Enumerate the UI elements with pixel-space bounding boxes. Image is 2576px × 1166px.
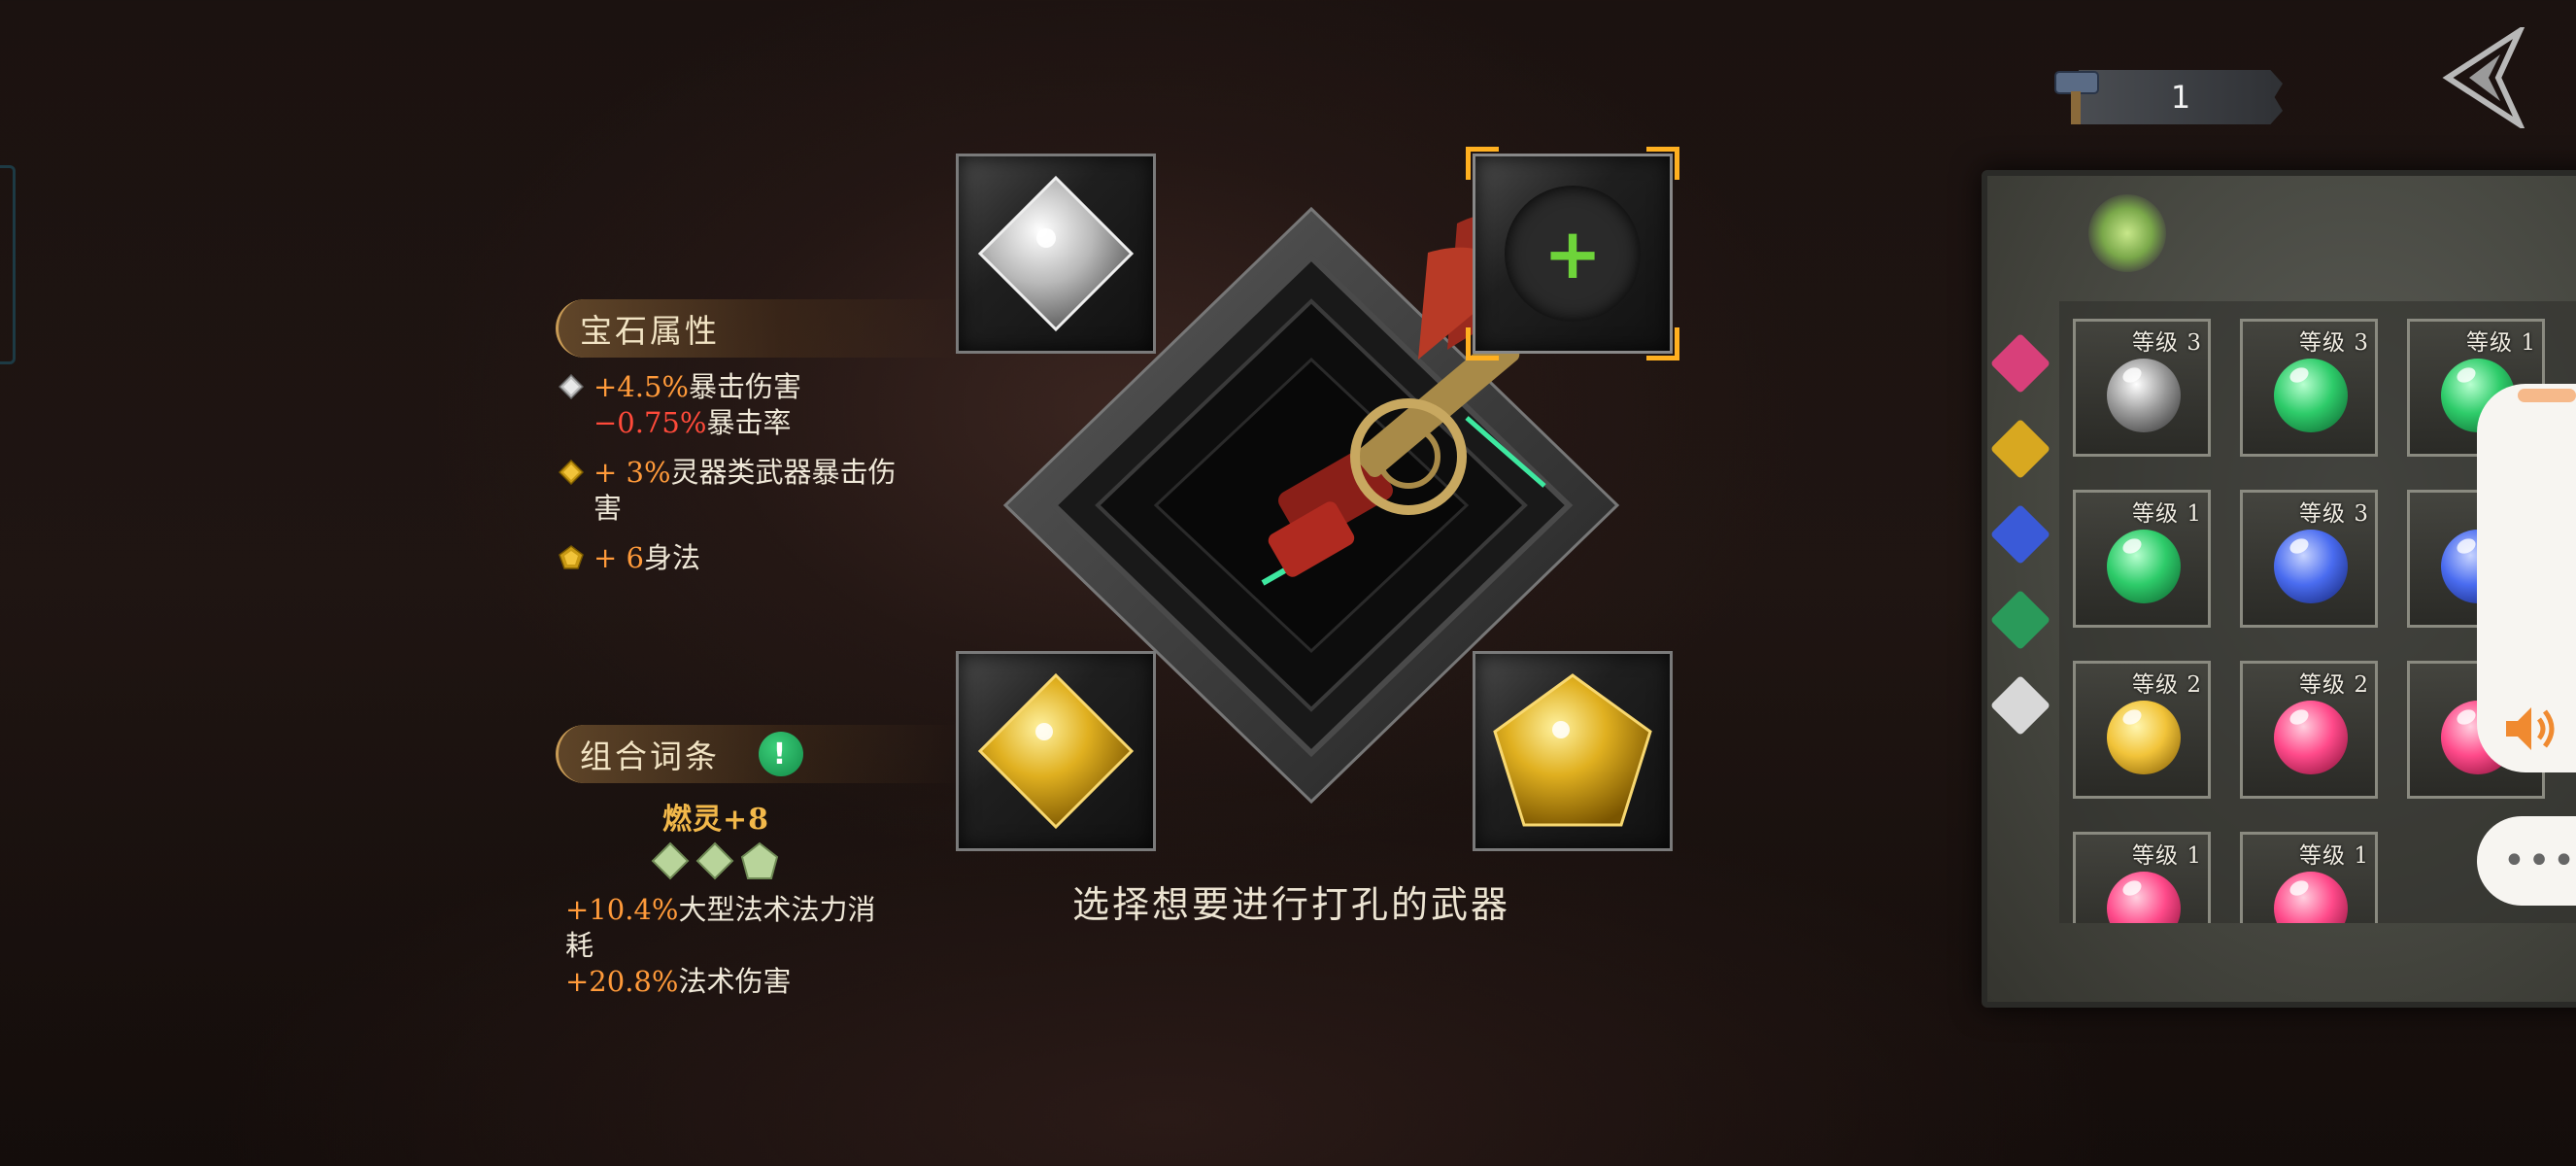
attr-value: + 6: [593, 541, 644, 574]
gem-cell[interactable]: 等级 2: [2240, 661, 2378, 799]
gem-level-label: 等级 1: [2132, 843, 2202, 869]
attr-line-silver-2: −0.75%暴击率: [559, 405, 947, 441]
slot-highlight-corner: [1646, 327, 1679, 360]
combo-bonus-list: +10.4%大型法术法力消 耗 +20.8%法术伤害: [565, 892, 954, 1000]
gem-level-label: 等级 3: [2299, 330, 2369, 356]
gem-cell[interactable]: 等级 3: [2073, 319, 2211, 457]
gem-attributes-list: +4.5%暴击伤害 −0.75%暴击率 + 3%灵器类武器暴击伤 害 + 6身法: [559, 369, 947, 576]
gem-cell[interactable]: 等级 1: [2073, 490, 2211, 628]
bonus-label: 法术伤害: [678, 965, 792, 998]
more-dots-icon: •••: [2502, 839, 2576, 883]
silver-diamond-gem-icon: [977, 175, 1135, 332]
combo-title: 组合词条: [580, 737, 720, 775]
gem-level-label: 等级 2: [2132, 672, 2202, 698]
pink-gem-orb: [2107, 872, 2181, 923]
attr-line-gold-diamond: + 3%灵器类武器暴击伤: [559, 455, 947, 491]
attr-label-wrap: 害: [593, 492, 623, 525]
gem-level-label: 等级 1: [2299, 843, 2369, 869]
combo-bonus-2: +20.8%法术伤害: [565, 964, 954, 1000]
back-arrow-icon[interactable]: [2440, 27, 2527, 128]
gem-attributes-header: 宝石属性: [556, 299, 964, 358]
hammer-icon: [2054, 71, 2099, 124]
slot-highlight-corner: [1466, 147, 1499, 180]
combo-set-name: 燃灵+8: [662, 803, 770, 837]
attr-value: −0.75%: [593, 406, 707, 439]
attr-label: 身法: [643, 541, 700, 574]
bonus-value: +10.4%: [565, 893, 679, 926]
yellow-gem-orb: [2107, 701, 2181, 774]
select-weapon-hint: 选择想要进行打孔的武器: [1072, 883, 1511, 926]
combo-header: 组合词条 !: [556, 725, 964, 783]
attr-line-gold-diamond-2: 害: [559, 491, 947, 527]
green-gem-orb: [2274, 359, 2348, 432]
combo-bonus-1-wrap: 耗: [565, 928, 954, 964]
attr-line-silver: +4.5%暴击伤害: [559, 369, 947, 405]
floating-widget-handle[interactable]: [2518, 389, 2576, 402]
attr-line-gold-pentagon: + 6身法: [559, 540, 947, 576]
gem-cell[interactable]: 等级 1: [2073, 832, 2211, 923]
blue-gem-orb: [2274, 530, 2348, 603]
gem-attributes-title: 宝石属性: [580, 312, 720, 350]
speaker-icon[interactable]: [2502, 702, 2560, 756]
more-options-button[interactable]: •••: [2477, 816, 2576, 906]
counter-value: 1: [2170, 79, 2191, 116]
bonus-label-wrap: 耗: [565, 929, 594, 962]
gem-level-label: 等级 1: [2132, 501, 2202, 527]
pink-gem-orb: [2274, 872, 2348, 923]
attr-label: 暴击率: [706, 406, 792, 439]
gold-pentagon-gem-icon: [1493, 673, 1652, 827]
gem-slot-top-left[interactable]: [956, 154, 1156, 354]
gem-level-label: 等级 2: [2299, 672, 2369, 698]
green-gem-orb: [2107, 530, 2181, 603]
slot-highlight-corner: [1646, 147, 1679, 180]
gem-cell[interactable]: 等级 2: [2073, 661, 2211, 799]
attr-label: 灵器类武器暴击伤: [670, 456, 897, 489]
bonus-label: 大型法术法力消: [678, 893, 876, 926]
gem-slot-bottom-left[interactable]: [956, 651, 1156, 851]
gold-pentagon-gem-icon: [559, 545, 584, 569]
pink-gem-orb: [2274, 701, 2348, 774]
gold-diamond-gem-icon: [977, 672, 1135, 830]
add-circle: +: [1505, 186, 1641, 322]
combo-gem-pips: [651, 841, 779, 880]
info-icon[interactable]: !: [759, 732, 803, 776]
white-gem-orb: [2107, 359, 2181, 432]
add-gem-slot[interactable]: +: [1466, 147, 1679, 360]
gem-cell[interactable]: 等级 3: [2240, 319, 2378, 457]
plus-icon: +: [1542, 213, 1603, 294]
attr-value: +4.5%: [593, 370, 689, 403]
gem-cell[interactable]: 等级 3: [2240, 490, 2378, 628]
gem-level-label: 等级 3: [2299, 501, 2369, 527]
slot-highlight-corner: [1466, 327, 1499, 360]
left-edge-decoration: [0, 165, 16, 364]
silver-diamond-gem-icon: [559, 374, 584, 399]
attr-label: 暴击伤害: [688, 370, 801, 403]
attr-value: + 3%: [593, 456, 671, 489]
bonus-value: +20.8%: [565, 965, 679, 998]
gem-cell[interactable]: 等级 1: [2240, 832, 2378, 923]
gem-level-label: 等级 1: [2466, 330, 2536, 356]
gold-diamond-gem-icon: [559, 460, 584, 485]
gem-slot-bottom-right[interactable]: [1473, 651, 1673, 851]
glow-orb-icon: [2088, 194, 2166, 272]
gem-level-label: 等级 3: [2132, 330, 2202, 356]
combo-bonus-1: +10.4%大型法术法力消: [565, 892, 954, 928]
